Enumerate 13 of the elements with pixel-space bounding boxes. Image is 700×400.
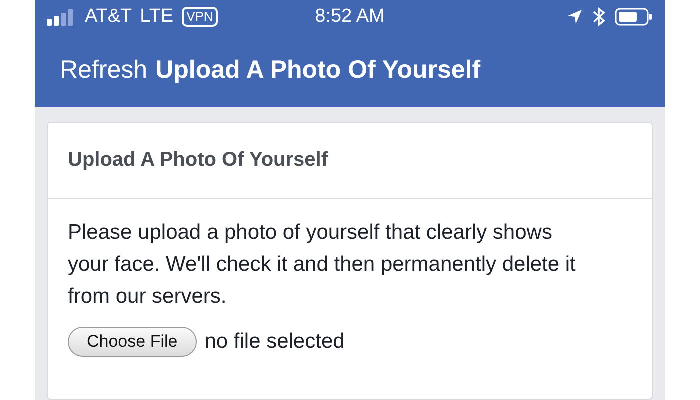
card-title: Upload A Photo Of Yourself xyxy=(68,149,328,172)
instructions-text: Please upload a photo of yourself that clearly shows your face. We'll check it and then permanently delete it from our servers. xyxy=(68,220,577,310)
network-type: LTE xyxy=(140,6,174,28)
choose-file-button[interactable]: Choose File xyxy=(68,327,197,357)
page-title: Upload A Photo Of Yourself xyxy=(156,56,481,85)
carrier-name: AT&T xyxy=(85,6,132,28)
vpn-indicator: VPN xyxy=(182,7,218,27)
location-arrow-icon xyxy=(567,9,583,25)
file-status-text: no file selected xyxy=(204,330,345,354)
refresh-link[interactable]: Refresh xyxy=(60,56,148,85)
status-time: 8:52 AM xyxy=(315,6,385,28)
bluetooth-icon xyxy=(593,7,605,27)
battery-icon xyxy=(615,8,653,26)
